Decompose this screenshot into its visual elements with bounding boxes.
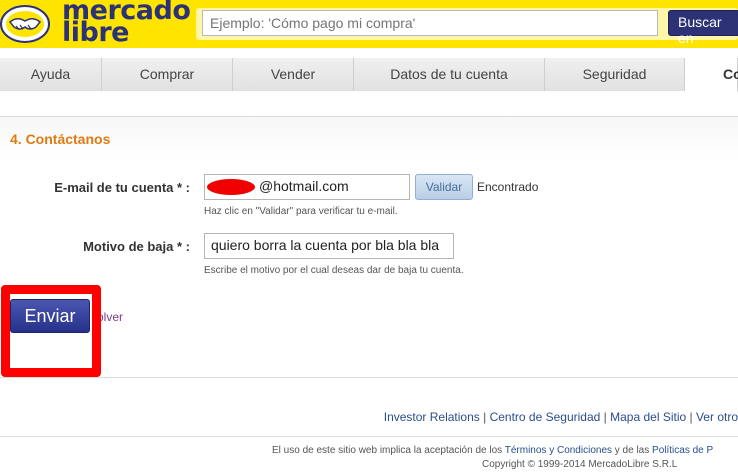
mercadolibre-logo[interactable]: mercado libre	[0, 0, 191, 48]
validation-status: Encontrado	[477, 180, 539, 194]
footer-separator: |	[686, 410, 696, 424]
copyright: Copyright © 1999-2014 MercadoLibre S.R.L	[482, 459, 678, 470]
footer-separator: |	[479, 410, 490, 424]
reason-hint: Escribe el motivo por el cual deseas dar…	[204, 265, 464, 276]
validate-button[interactable]: Validar	[415, 174, 473, 200]
footer-divider	[0, 436, 738, 437]
tab-comprar[interactable]: Comprar	[102, 58, 233, 91]
legal-mid: y de las	[612, 445, 653, 456]
nav-tabs: Ayuda Comprar Vender Datos de tu cuenta …	[0, 58, 738, 92]
email-value: @hotmail.com	[259, 178, 349, 194]
footer-separator: |	[600, 410, 611, 424]
tab-seguridad[interactable]: Seguridad	[545, 58, 685, 91]
tab-ayuda[interactable]: Ayuda	[0, 58, 102, 91]
footer-link-investor-relations[interactable]: Investor Relations	[384, 410, 480, 424]
section-header: 4. Contáctanos	[0, 117, 738, 161]
footer-link-centro-de-seguridad[interactable]: Centro de Seguridad	[490, 410, 601, 424]
handshake-logo-icon	[0, 5, 50, 43]
tab-datos-de-tu-cuenta[interactable]: Datos de tu cuenta	[354, 58, 545, 91]
reason-field[interactable]: quiero borra la cuenta por bla bla bla	[204, 233, 454, 259]
search-button[interactable]: Buscar en	[668, 10, 738, 46]
search-input[interactable]	[202, 10, 658, 36]
privacy-link[interactable]: Políticas de P	[652, 445, 713, 456]
annotation-highlight-box	[1, 285, 101, 377]
tab-vender[interactable]: Vender	[233, 58, 354, 91]
redaction-mark	[207, 179, 255, 195]
footer-link-ver-otro[interactable]: Ver otro	[696, 410, 738, 424]
footer-legal-text: El uso de este sitio web implica la acep…	[272, 445, 713, 456]
reason-label: Motivo de baja * :	[83, 239, 190, 254]
terms-link[interactable]: Términos y Condiciones	[505, 445, 612, 456]
email-hint: Haz clic en "Validar" para verificar tu …	[204, 206, 398, 217]
logo-wordmark: mercado libre	[62, 0, 191, 46]
footer-links: Investor Relations | Centro de Seguridad…	[384, 410, 738, 424]
email-label: E-mail de tu cuenta * :	[54, 180, 190, 195]
tab-contacto[interactable]: Co	[685, 58, 738, 92]
legal-prefix: El uso de este sitio web implica la acep…	[272, 445, 505, 456]
section-title: 4. Contáctanos	[10, 131, 111, 147]
footer-link-mapa-del-sitio[interactable]: Mapa del Sitio	[610, 410, 686, 424]
